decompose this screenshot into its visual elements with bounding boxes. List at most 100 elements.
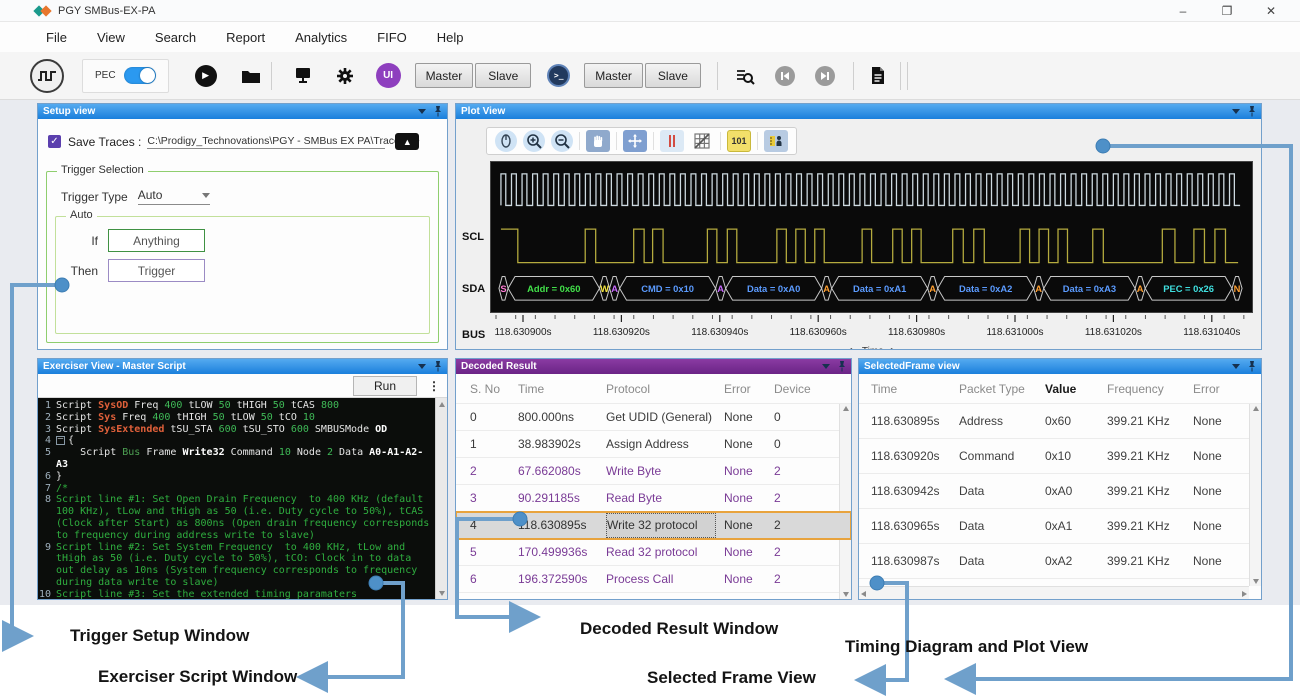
panel-menu-icon[interactable] xyxy=(418,109,426,114)
skip-next-icon[interactable] xyxy=(815,66,835,86)
decoded-result-row[interactable]: 5170.499936sRead 32 protocolNone2 xyxy=(456,539,851,566)
run-button[interactable]: Run xyxy=(353,376,417,396)
terminal-mode-icon[interactable]: >_ xyxy=(547,64,570,87)
table-cell: 0xA2 xyxy=(1045,554,1107,568)
toolbar-separator xyxy=(717,62,718,90)
report-document-icon[interactable] xyxy=(870,66,886,85)
selected-frame-vscrollbar[interactable] xyxy=(1249,404,1261,586)
selected-frame-hscrollbar[interactable] xyxy=(859,586,1249,599)
code-text: Script line #1: Set Open Drain Frequency… xyxy=(56,494,435,541)
decoded-scrollbar[interactable] xyxy=(839,404,851,599)
pin-icon[interactable] xyxy=(1248,361,1256,372)
waveform-run-icon[interactable] xyxy=(30,59,64,93)
close-button[interactable]: ✕ xyxy=(1262,4,1280,18)
selected-frame-panel: SelectedFrame view TimePacket TypeValueF… xyxy=(858,358,1262,600)
listener-master-button[interactable]: Master xyxy=(584,63,643,88)
browse-folder-icon[interactable]: ▲ xyxy=(395,133,419,150)
column-header: Time xyxy=(518,382,606,396)
save-traces-path-input[interactable]: C:\Prodigy_Technovations\PGY - SMBus EX … xyxy=(147,135,385,149)
svg-text:A: A xyxy=(929,284,936,294)
settings-gear-icon[interactable] xyxy=(336,67,354,85)
pan-hand-icon[interactable] xyxy=(586,130,610,152)
table-cell: Address xyxy=(959,414,1045,428)
selected-frame-row[interactable]: 118.630895sAddress0x60399.21 KHzNone xyxy=(859,404,1261,439)
code-text: { xyxy=(56,435,435,447)
script-editor[interactable]: 1Script SysOD Freq 400 tLOW 50 tHIGH 50 … xyxy=(38,398,435,599)
selected-frame-row[interactable]: 118.630965sData0xA1399.21 KHzNone xyxy=(859,509,1261,544)
monitor-icon[interactable] xyxy=(294,67,312,84)
pin-icon[interactable] xyxy=(1248,106,1256,117)
svg-text:PEC = 0x26: PEC = 0x26 xyxy=(1163,284,1214,294)
fold-collapse-icon[interactable] xyxy=(56,436,65,445)
toolbar-separator xyxy=(907,62,908,90)
panel-menu-icon[interactable] xyxy=(418,364,426,369)
pin-icon[interactable] xyxy=(434,361,442,372)
table-cell: 118.630895s xyxy=(871,414,959,428)
zoom-out-icon[interactable] xyxy=(551,130,573,152)
decoded-result-row[interactable]: 390.291185sRead ByteNone2 xyxy=(456,485,851,512)
kebab-menu-icon[interactable]: ⋮ xyxy=(427,379,441,393)
editor-scrollbar[interactable] xyxy=(435,398,447,599)
table-cell: 399.21 KHz xyxy=(1107,519,1193,533)
menu-item-fifo[interactable]: FIFO xyxy=(377,30,407,45)
menu-item-file[interactable]: File xyxy=(46,30,67,45)
decoded-result-row[interactable]: 4118.630895sWrite 32 protocolNone2 xyxy=(456,512,851,539)
save-traces-checkbox[interactable]: ✓ xyxy=(48,135,61,148)
cursors-icon[interactable] xyxy=(660,130,684,152)
panel-menu-icon[interactable] xyxy=(1232,109,1240,114)
mouse-select-icon[interactable] xyxy=(495,130,517,152)
skip-previous-icon[interactable] xyxy=(775,66,795,86)
table-cell: None xyxy=(1193,484,1243,498)
pin-icon[interactable] xyxy=(434,106,442,117)
pin-icon[interactable] xyxy=(838,361,846,372)
table-cell: 118.630895s xyxy=(518,518,606,532)
minimize-button[interactable]: – xyxy=(1174,4,1192,18)
table-cell: None xyxy=(1193,519,1243,533)
maximize-button[interactable]: ❐ xyxy=(1218,4,1236,18)
window-title: PGY SMBus-EX-PA xyxy=(58,5,155,17)
svg-text:A: A xyxy=(611,284,618,294)
plot-view-title: Plot View xyxy=(461,106,505,117)
trigger-type-dropdown[interactable]: Auto xyxy=(138,188,210,205)
listener-slave-button[interactable]: Slave xyxy=(645,63,701,88)
exerciser-slave-button[interactable]: Slave xyxy=(475,63,531,88)
grid-toggle-icon[interactable] xyxy=(690,130,714,152)
decoded-result-row[interactable]: 138.983902sAssign AddressNone0 xyxy=(456,431,851,458)
binary-101-icon[interactable]: 101 xyxy=(727,130,751,152)
menu-item-search[interactable]: Search xyxy=(155,30,196,45)
waveform-canvas[interactable]: SAddr = 0x60WACMD = 0x10AData = 0xA0ADat… xyxy=(490,161,1253,313)
folder-open-icon[interactable] xyxy=(241,68,261,84)
table-cell: 1 xyxy=(470,437,518,451)
selected-frame-row[interactable]: 118.630920sCommand0x10399.21 KHzNone xyxy=(859,439,1261,474)
table-cell: 5 xyxy=(470,545,518,559)
selected-frame-row[interactable]: 118.630987sData0xA2399.21 KHzNone xyxy=(859,544,1261,579)
code-text: /* xyxy=(56,483,435,495)
table-cell: 196.372590s xyxy=(518,572,606,586)
decoded-result-row[interactable]: 0800.000nsGet UDID (General)None0 xyxy=(456,404,851,431)
pec-toggle[interactable] xyxy=(124,67,156,84)
line-number: 5 xyxy=(38,447,56,471)
panel-menu-icon[interactable] xyxy=(1232,364,1240,369)
decoded-result-row[interactable]: 267.662080sWrite ByteNone2 xyxy=(456,458,851,485)
play-icon[interactable]: ▶ xyxy=(195,65,217,87)
if-label: If xyxy=(64,234,98,248)
move-icon[interactable] xyxy=(623,130,647,152)
menu-item-report[interactable]: Report xyxy=(226,30,265,45)
then-action-field[interactable]: Trigger xyxy=(108,259,205,282)
table-cell: None xyxy=(724,437,774,451)
ui-mode-badge[interactable]: UI xyxy=(376,63,401,88)
svg-text:118.630920s: 118.630920s xyxy=(593,327,650,338)
selected-frame-header: TimePacket TypeValueFrequencyError xyxy=(859,374,1261,404)
zoom-in-icon[interactable] xyxy=(523,130,545,152)
if-condition-field[interactable]: Anything xyxy=(108,229,205,252)
menu-item-view[interactable]: View xyxy=(97,30,125,45)
exerciser-master-button[interactable]: Master xyxy=(415,63,474,88)
menu-item-analytics[interactable]: Analytics xyxy=(295,30,347,45)
menu-item-help[interactable]: Help xyxy=(437,30,464,45)
panel-menu-icon[interactable] xyxy=(822,364,830,369)
plot-settings-icon[interactable] xyxy=(764,130,788,152)
selected-frame-row[interactable]: 118.630942sData0xA0399.21 KHzNone xyxy=(859,474,1261,509)
decoded-result-row[interactable]: 6196.372590sProcess CallNone2 xyxy=(456,566,851,593)
code-line: 3Script SysExtended tSU_STA 600 tSU_STO … xyxy=(38,424,435,436)
database-search-icon[interactable] xyxy=(736,67,755,85)
